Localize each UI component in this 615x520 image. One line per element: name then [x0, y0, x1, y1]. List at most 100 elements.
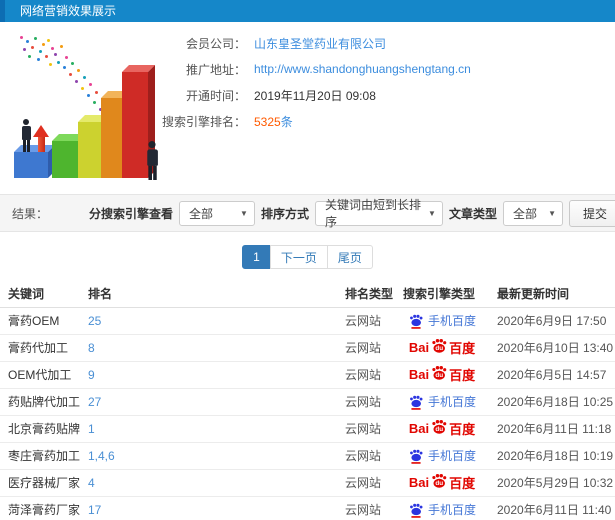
table-row: OEM代加工 9 云网站 Bai du 百度 2020年6月5日 14:57 [0, 361, 615, 389]
article-type-label: 文章类型 [448, 206, 497, 221]
col-header-rank-type: 排名类型 [337, 281, 395, 308]
baidu-logo-suffix: 百度 [449, 476, 476, 491]
table-header-row: 关键词 排名 排名类型 搜索引擎类型 最新更新时间 [0, 281, 615, 308]
baidu-logo-text: Bai [408, 367, 430, 382]
promo-url-row: 推广地址： http://www.shandonghuangshengtang.… [160, 60, 471, 78]
col-header-rank: 排名 [80, 281, 337, 308]
company-info-fields: 会员公司： 山东皇圣堂药业有限公司 推广地址： http://www.shand… [160, 34, 471, 138]
result-label: 结果： [12, 206, 49, 221]
keyword-cell: 北京膏药贴牌 [0, 415, 80, 443]
rank-cell[interactable]: 1,4,6 [80, 442, 337, 470]
baidu-paw-icon: du [432, 419, 447, 434]
svg-text:du: du [435, 480, 443, 487]
member-company-row: 会员公司： 山东皇圣堂药业有限公司 [160, 34, 471, 52]
svg-text:du: du [435, 426, 443, 433]
keyword-cell: 医疗器械厂家 [0, 469, 80, 497]
member-company-link[interactable]: 山东皇圣堂药业有限公司 [254, 35, 386, 52]
engine-cell: Bai du 百度 [395, 361, 489, 389]
keyword-cell: 膏药OEM [0, 307, 80, 335]
page-title: 网络营销效果展示 [20, 4, 117, 18]
baidu-logo-text: Bai [408, 421, 430, 436]
table-row: 膏药代加工 8 云网站 Bai du 百度 2020年6月10日 13:40 [0, 334, 615, 362]
chevron-down-icon: ▼ [548, 208, 556, 218]
rank-cell[interactable]: 17 [80, 496, 337, 520]
svg-text:du: du [435, 345, 443, 352]
promo-url-label: 推广地址： [185, 62, 246, 77]
engine-filter-label: 分搜索引擎查看 [88, 206, 173, 221]
rank-cell[interactable]: 27 [80, 388, 337, 416]
open-time-row: 开通时间： 2019年11月20日 09:08 [160, 86, 471, 104]
rank-cell[interactable]: 25 [80, 307, 337, 335]
updated-cell: 2020年6月10日 13:40 [489, 334, 615, 362]
rank-cell[interactable]: 1 [80, 415, 337, 443]
table-row: 枣庄膏药加工 1,4,6 云网站 手机百度 2020年6月18日 10:19 [0, 442, 615, 470]
member-company-label: 会员公司： [185, 36, 246, 51]
baidu-paw-icon: du [432, 473, 447, 488]
keyword-cell: 菏泽膏药厂家 [0, 496, 80, 520]
col-header-updated: 最新更新时间 [489, 281, 615, 308]
baidu-logo-suffix: 百度 [449, 368, 476, 383]
rank-type-cell: 云网站 [337, 361, 395, 389]
table-row: 北京膏药贴牌 1 云网站 Bai du 百度 2020年6月11日 11:18 [0, 415, 615, 443]
rank-type-cell: 云网站 [337, 469, 395, 497]
updated-cell: 2020年6月11日 11:18 [489, 415, 615, 443]
growth-arrow-icon [33, 125, 49, 152]
filter-controls: 分搜索引擎查看 全部 ▼ 排序方式 关键词由短到长排序 ▼ 文章类型 全部 ▼ … [88, 198, 615, 229]
bar-chart-illustration [6, 32, 182, 186]
engine-filter-select[interactable]: 全部 ▼ [178, 200, 255, 226]
promo-url-link[interactable]: http://www.shandonghuangshengtang.cn [254, 62, 471, 76]
last-page-button[interactable]: 尾页 [326, 245, 373, 269]
rank-cell[interactable]: 9 [80, 361, 337, 389]
mobile-baidu-paw-icon [410, 314, 423, 329]
rank-type-cell: 云网站 [337, 388, 395, 416]
engine-cell: 手机百度 [395, 442, 489, 470]
chevron-down-icon: ▼ [240, 208, 248, 218]
baidu-logo-text: Bai [408, 475, 430, 490]
sort-select[interactable]: 关键词由短到长排序 ▼ [314, 198, 443, 229]
sort-value: 关键词由短到长排序 [324, 198, 421, 229]
engine-type-label: 手机百度 [427, 449, 476, 463]
rank-type-cell: 云网站 [337, 307, 395, 335]
baidu-paw-icon: du [432, 338, 447, 353]
next-page-button[interactable]: 下一页 [269, 245, 328, 269]
baidu-logo-suffix: 百度 [449, 341, 476, 356]
page-button-1[interactable]: 1 [242, 245, 271, 269]
mobile-baidu-paw-icon [410, 503, 423, 518]
pagination: 1 下一页 尾页 [0, 245, 615, 269]
baidu-logo-suffix: 百度 [449, 422, 476, 437]
svg-text:du: du [435, 372, 443, 379]
mobile-baidu-paw-icon [410, 449, 423, 464]
col-header-engine-type: 搜索引擎类型 [395, 281, 489, 308]
engine-cell: Bai du 百度 [395, 469, 489, 497]
company-info-section: 会员公司： 山东皇圣堂药业有限公司 推广地址： http://www.shand… [0, 22, 615, 194]
article-type-select[interactable]: 全部 ▼ [502, 200, 563, 226]
table-row: 药贴牌代加工 27 云网站 手机百度 2020年6月18日 10:25 [0, 388, 615, 416]
rank-cell[interactable]: 8 [80, 334, 337, 362]
rank-type-cell: 云网站 [337, 415, 395, 443]
engine-cell: 手机百度 [395, 388, 489, 416]
engine-cell: 手机百度 [395, 307, 489, 335]
open-time-value: 2019年11月20日 09:08 [254, 88, 376, 103]
results-table: 关键词 排名 排名类型 搜索引擎类型 最新更新时间 膏药OEM 25 云网站 手… [0, 281, 615, 520]
rank-cell[interactable]: 4 [80, 469, 337, 497]
baidu-paw-icon: du [432, 365, 447, 380]
engine-rank-label: 搜索引擎排名： [161, 114, 246, 129]
mobile-baidu-paw-icon [410, 395, 423, 410]
table-row: 菏泽膏药厂家 17 云网站 手机百度 2020年6月11日 11:40 [0, 496, 615, 520]
updated-cell: 2020年6月18日 10:25 [489, 388, 615, 416]
rank-type-cell: 云网站 [337, 496, 395, 520]
engine-rank-unit: 条 [280, 114, 293, 129]
chevron-down-icon: ▼ [428, 208, 436, 218]
updated-cell: 2020年6月9日 17:50 [489, 307, 615, 335]
chart-bar-green [52, 141, 80, 178]
page-header: 网络营销效果展示 [0, 0, 615, 22]
keyword-cell: 药贴牌代加工 [0, 388, 80, 416]
baidu-logo-text: Bai [408, 340, 430, 355]
keyword-cell: 膏药代加工 [0, 334, 80, 362]
submit-button[interactable]: 提交 [568, 199, 615, 227]
updated-cell: 2020年6月11日 11:40 [489, 496, 615, 520]
open-time-label: 开通时间： [185, 88, 246, 103]
engine-cell: 手机百度 [395, 496, 489, 520]
rank-type-cell: 云网站 [337, 442, 395, 470]
rank-type-cell: 云网站 [337, 334, 395, 362]
